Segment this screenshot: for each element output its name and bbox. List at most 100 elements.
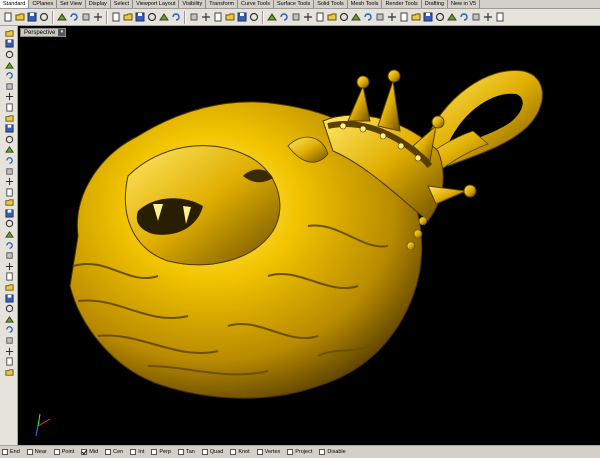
toolbar-tab-mesh-tools[interactable]: Mesh Tools xyxy=(348,0,383,8)
osnap-checkbox[interactable] xyxy=(81,449,88,455)
mesh-icon[interactable] xyxy=(1,198,17,209)
render-icon[interactable] xyxy=(1,356,17,367)
gear-icon[interactable] xyxy=(1,367,17,378)
scale-icon[interactable] xyxy=(1,303,17,314)
save-icon[interactable] xyxy=(26,11,37,24)
osnap-quad[interactable]: Quad xyxy=(201,449,223,455)
help-icon[interactable] xyxy=(326,11,337,24)
new-file-icon[interactable] xyxy=(2,11,13,24)
lock-icon[interactable] xyxy=(224,11,235,24)
copy-icon[interactable] xyxy=(68,11,79,24)
properties-icon[interactable] xyxy=(248,11,259,24)
osnap-checkbox[interactable] xyxy=(26,449,33,455)
arc-icon[interactable] xyxy=(1,81,17,92)
layer-icon[interactable] xyxy=(236,11,247,24)
toolbar-tab-display[interactable]: Display xyxy=(86,0,111,8)
osnap-checkbox[interactable] xyxy=(130,449,137,455)
undo-icon[interactable] xyxy=(92,11,103,24)
move-icon[interactable] xyxy=(1,272,17,283)
toolbar-button-icon[interactable] xyxy=(362,11,373,24)
osnap-perp[interactable]: Perp xyxy=(151,449,171,455)
osnap-checkbox[interactable] xyxy=(2,449,8,455)
osnap-end[interactable]: End xyxy=(2,449,20,455)
toolbar-button-icon[interactable] xyxy=(434,11,445,24)
mirror-icon[interactable] xyxy=(1,314,17,325)
extrude-icon[interactable] xyxy=(1,187,17,198)
osnap-near[interactable]: Near xyxy=(26,449,47,455)
toolbar-button-icon[interactable] xyxy=(482,11,493,24)
osnap-disable[interactable]: Disable xyxy=(319,449,346,455)
toolbar-button-icon[interactable] xyxy=(494,11,505,24)
toolbar-button-icon[interactable] xyxy=(350,11,361,24)
viewport-title-tab[interactable]: Perspective ▾ xyxy=(20,28,67,37)
osnap-checkbox[interactable] xyxy=(201,449,208,455)
polygon-icon[interactable] xyxy=(1,113,17,124)
circle-icon[interactable] xyxy=(1,70,17,81)
toolbar-button-icon[interactable] xyxy=(446,11,457,24)
toolbar-button-icon[interactable] xyxy=(386,11,397,24)
sphere-icon[interactable] xyxy=(1,166,17,177)
toolbar-button-icon[interactable] xyxy=(374,11,385,24)
toolbar-tab-viewport-layout[interactable]: Viewport Layout xyxy=(133,0,180,8)
toolbar-button-icon[interactable] xyxy=(398,11,409,24)
fillet-icon[interactable] xyxy=(1,134,17,145)
split-icon[interactable] xyxy=(1,250,17,261)
toolbar-tab-surface-tools[interactable]: Surface Tools xyxy=(274,0,315,8)
osnap-checkbox[interactable] xyxy=(53,449,60,455)
osnap-checkbox[interactable] xyxy=(287,449,294,455)
zoom-window-icon[interactable] xyxy=(146,11,157,24)
light-icon[interactable] xyxy=(266,11,277,24)
rotate-icon[interactable] xyxy=(1,293,17,304)
array-icon[interactable] xyxy=(1,325,17,336)
render-icon[interactable] xyxy=(290,11,301,24)
boolean-icon[interactable] xyxy=(1,208,17,219)
perspective-viewport[interactable]: Perspective ▾ xyxy=(18,26,600,445)
box-icon[interactable] xyxy=(1,155,17,166)
toolbar-button-icon[interactable] xyxy=(458,11,469,24)
material-icon[interactable] xyxy=(302,11,313,24)
rotate-view-icon[interactable] xyxy=(122,11,133,24)
toolbar-button-icon[interactable] xyxy=(338,11,349,24)
trim-icon[interactable] xyxy=(1,240,17,251)
dimension-icon[interactable] xyxy=(1,335,17,346)
toolbar-tab-drafting[interactable]: Drafting xyxy=(422,0,449,8)
gear-icon[interactable] xyxy=(314,11,325,24)
osnap-int[interactable]: Int xyxy=(130,449,144,455)
toolbar-tab-new-in-v5[interactable]: New in V5 xyxy=(448,0,481,8)
cylinder-icon[interactable] xyxy=(1,176,17,187)
paste-icon[interactable] xyxy=(80,11,91,24)
zoom-selected-icon[interactable] xyxy=(170,11,181,24)
zoom-icon[interactable] xyxy=(134,11,145,24)
open-icon[interactable] xyxy=(14,11,25,24)
cut-icon[interactable] xyxy=(56,11,67,24)
toolbar-tab-set-view[interactable]: Set View xyxy=(57,0,86,8)
osnap-vertex[interactable]: Vertex xyxy=(256,449,280,455)
toolbar-tab-transform[interactable]: Transform xyxy=(206,0,239,8)
osnap-checkbox[interactable] xyxy=(105,449,112,455)
select-icon[interactable] xyxy=(1,28,17,39)
zoom-extents-icon[interactable] xyxy=(158,11,169,24)
text-icon[interactable] xyxy=(1,123,17,134)
explode-icon[interactable] xyxy=(1,229,17,240)
toolbar-tab-solid-tools[interactable]: Solid Tools xyxy=(314,0,348,8)
osnap-checkbox[interactable] xyxy=(177,449,184,455)
hand-pan-icon[interactable] xyxy=(110,11,121,24)
curve-icon[interactable] xyxy=(1,60,17,71)
lion-pendant-model[interactable] xyxy=(18,26,600,445)
group-icon[interactable] xyxy=(1,261,17,272)
osnap-checkbox[interactable] xyxy=(151,449,158,455)
join-icon[interactable] xyxy=(1,219,17,230)
grid-icon[interactable] xyxy=(188,11,199,24)
osnap-checkbox[interactable] xyxy=(319,449,326,455)
osnap-mid[interactable]: Mid xyxy=(81,449,98,455)
point-icon[interactable] xyxy=(1,39,17,50)
toolbar-tab-curve-tools[interactable]: Curve Tools xyxy=(238,0,274,8)
osnap-knot[interactable]: Knot xyxy=(230,449,250,455)
polyline-icon[interactable] xyxy=(1,49,17,60)
toolbar-tab-cplanes[interactable]: CPlanes xyxy=(29,0,58,8)
surface-icon[interactable] xyxy=(1,145,17,156)
osnap-point[interactable]: Point xyxy=(53,449,74,455)
osnap-tan[interactable]: Tan xyxy=(177,449,195,455)
osnap-checkbox[interactable] xyxy=(256,449,263,455)
toolbar-tab-visibility[interactable]: Visibility xyxy=(179,0,207,8)
